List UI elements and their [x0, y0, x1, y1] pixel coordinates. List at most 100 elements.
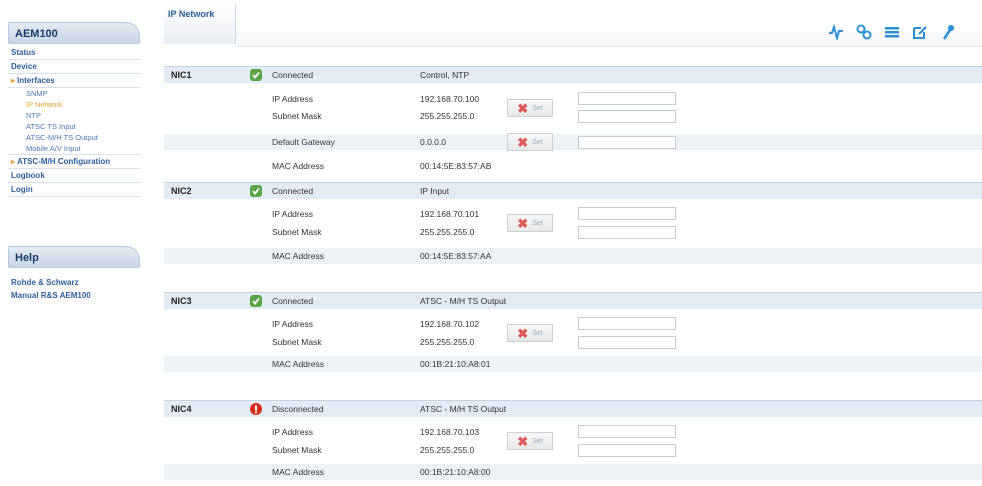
nic1-gateway-row: Default Gateway 0.0.0.0	[164, 134, 982, 150]
nic1-ip-value: 192.168.70.100	[420, 94, 480, 104]
subnet-mask-label: Subnet Mask	[272, 111, 322, 121]
mac-address-label: MAC Address	[272, 467, 324, 477]
nic1-status: Connected	[272, 70, 314, 80]
nic1-gateway-set-button[interactable]: ✖ Set	[507, 133, 553, 151]
nic1-ip-input[interactable]	[578, 92, 676, 105]
nic1-role: Control, NTP	[420, 70, 470, 80]
sidebar-item-atsc-ts-input[interactable]: ATSC TS Input	[8, 121, 140, 132]
nic1-mask-input[interactable]	[578, 110, 676, 123]
nic4-role: ATSC - M/H TS Output	[420, 404, 507, 414]
nic3-name: NIC3	[171, 296, 192, 306]
nic1-gateway-input[interactable]	[578, 136, 676, 149]
device-header: AEM100	[8, 22, 140, 44]
nic4-name: NIC4	[171, 404, 192, 414]
nic1-mac-row: MAC Address 00:14:5E:83:57:AB	[164, 158, 982, 174]
nic3-status: Connected	[272, 296, 314, 306]
nic4-status: Disconnected	[272, 404, 324, 414]
sidebar-item-atsc-mh-configuration-label: ATSC-M/H Configuration	[17, 157, 111, 166]
nic3-mask-input[interactable]	[578, 336, 676, 349]
sidebar-item-mobile-av-input[interactable]: Mobile A/V Input	[8, 143, 140, 155]
set-button-label: Set	[532, 138, 543, 146]
nic4-mask-value: 255.255.255.0	[420, 445, 475, 455]
expand-arrow-icon: ▸	[11, 76, 16, 85]
nic1-mask-row: Subnet Mask 255.255.255.0	[164, 108, 982, 124]
sidebar-item-atsc-mh-configuration[interactable]: ▸ ATSC-M/H Configuration	[8, 155, 140, 169]
nic4-ip-input[interactable]	[578, 425, 676, 438]
nic3-mask-value: 255.255.255.0	[420, 337, 475, 347]
subnet-mask-label: Subnet Mask	[272, 227, 322, 237]
disconnected-error-icon	[250, 403, 262, 415]
connected-check-icon	[250, 69, 262, 81]
ip-address-label: IP Address	[272, 209, 313, 219]
mac-address-label: MAC Address	[272, 359, 324, 369]
key-icon[interactable]	[938, 22, 958, 42]
sidebar-item-atsc-mh-ts-output[interactable]: ATSC-M/H TS Output	[8, 132, 140, 143]
nic3-ip-row: IP Address 192.168.70.102	[164, 316, 982, 332]
sidebar-item-login[interactable]: Login	[8, 183, 140, 197]
sidebar-item-ntp[interactable]: NTP	[8, 110, 140, 121]
nic2-mask-row: Subnet Mask 255.255.255.0	[164, 224, 982, 240]
sidebar-item-device[interactable]: Device	[8, 60, 140, 74]
nic4-ip-row: IP Address 192.168.70.103	[164, 424, 982, 440]
nic1-header-row: NIC1 Connected Control, NTP	[164, 66, 982, 83]
nic2-mask-input[interactable]	[578, 226, 676, 239]
sidebar-nav: Status Device ▸ Interfaces SNMP IP Networ…	[8, 46, 140, 197]
nic3-mac-row: MAC Address 00:1B:21:10:A8:01	[164, 356, 982, 372]
nic2-ip-input[interactable]	[578, 207, 676, 220]
sidebar-item-ip-network[interactable]: IP Network	[8, 99, 140, 110]
help-item-manual[interactable]: Manual R&S AEM100	[8, 289, 140, 302]
nic1-mask-value: 255.255.255.0	[420, 111, 475, 121]
nic2-mac-value: 00:14:5E:83:57:AA	[420, 251, 492, 261]
nic3-mask-row: Subnet Mask 255.255.255.0	[164, 334, 982, 350]
close-icon: ✖	[517, 134, 529, 150]
sidebar-item-logbook[interactable]: Logbook	[8, 169, 140, 183]
sidebar-item-snmp[interactable]: SNMP	[8, 88, 140, 99]
nic4-mac-row: MAC Address 00:1B:21:10:A8:00	[164, 464, 982, 480]
signal-icon[interactable]	[826, 22, 846, 42]
transfer-icon[interactable]	[882, 22, 902, 42]
nic2-mask-value: 255.255.255.0	[420, 227, 475, 237]
nic3-ip-value: 192.168.70.102	[420, 319, 480, 329]
nic1-name: NIC1	[171, 70, 192, 80]
edit-icon[interactable]	[910, 22, 930, 42]
nic4-mac-value: 00:1B:21:10:A8:00	[420, 467, 491, 477]
nic3-mac-value: 00:1B:21:10:A8:01	[420, 359, 491, 369]
mac-address-label: MAC Address	[272, 161, 324, 171]
nic1-ip-row: IP Address 192.168.70.100	[164, 91, 982, 107]
nic2-role: IP Input	[420, 186, 450, 196]
ip-address-label: IP Address	[272, 319, 313, 329]
nic3-header-row: NIC3 Connected ATSC - M/H TS Output	[164, 292, 982, 309]
nic4-mask-row: Subnet Mask 255.255.255.0	[164, 442, 982, 458]
nic2-mac-row: MAC Address 00:14:5E:83:57:AA	[164, 248, 982, 264]
sidebar-item-status[interactable]: Status	[8, 46, 140, 60]
toolbar	[826, 22, 958, 42]
nic2-name: NIC2	[171, 186, 192, 196]
nic2-ip-value: 192.168.70.101	[420, 209, 480, 219]
nic4-ip-value: 192.168.70.103	[420, 427, 480, 437]
ip-address-label: IP Address	[272, 427, 313, 437]
sidebar: AEM100 Status Device ▸ Interfaces SNMP IP…	[0, 0, 150, 486]
tab-ip-network[interactable]: IP Network	[164, 4, 236, 44]
expand-arrow-icon: ▸	[11, 157, 16, 166]
nic3-role: ATSC - M/H TS Output	[420, 296, 507, 306]
default-gateway-label: Default Gateway	[272, 137, 335, 147]
ip-address-label: IP Address	[272, 94, 313, 104]
nic4-header-row: NIC4 Disconnected ATSC - M/H TS Output	[164, 400, 982, 417]
sidebar-item-interfaces[interactable]: ▸ Interfaces	[8, 74, 140, 88]
nic2-status: Connected	[272, 186, 314, 196]
nic1-gateway-value: 0.0.0.0	[420, 137, 446, 147]
nic4-mask-input[interactable]	[578, 444, 676, 457]
nic2-ip-row: IP Address 192.168.70.101	[164, 206, 982, 222]
connected-check-icon	[250, 185, 262, 197]
subnet-mask-label: Subnet Mask	[272, 337, 322, 347]
help-nav: Rohde & Schwarz Manual R&S AEM100	[8, 276, 140, 302]
settings-icon[interactable]	[854, 22, 874, 42]
connected-check-icon	[250, 295, 262, 307]
sidebar-item-interfaces-label: Interfaces	[17, 76, 55, 85]
nic1-mac-value: 00:14:5E:83:57:AB	[420, 161, 492, 171]
help-header: Help	[8, 246, 140, 268]
nic3-ip-input[interactable]	[578, 317, 676, 330]
nic2-header-row: NIC2 Connected IP Input	[164, 182, 982, 199]
help-item-rohde-schwarz[interactable]: Rohde & Schwarz	[8, 276, 140, 289]
mac-address-label: MAC Address	[272, 251, 324, 261]
